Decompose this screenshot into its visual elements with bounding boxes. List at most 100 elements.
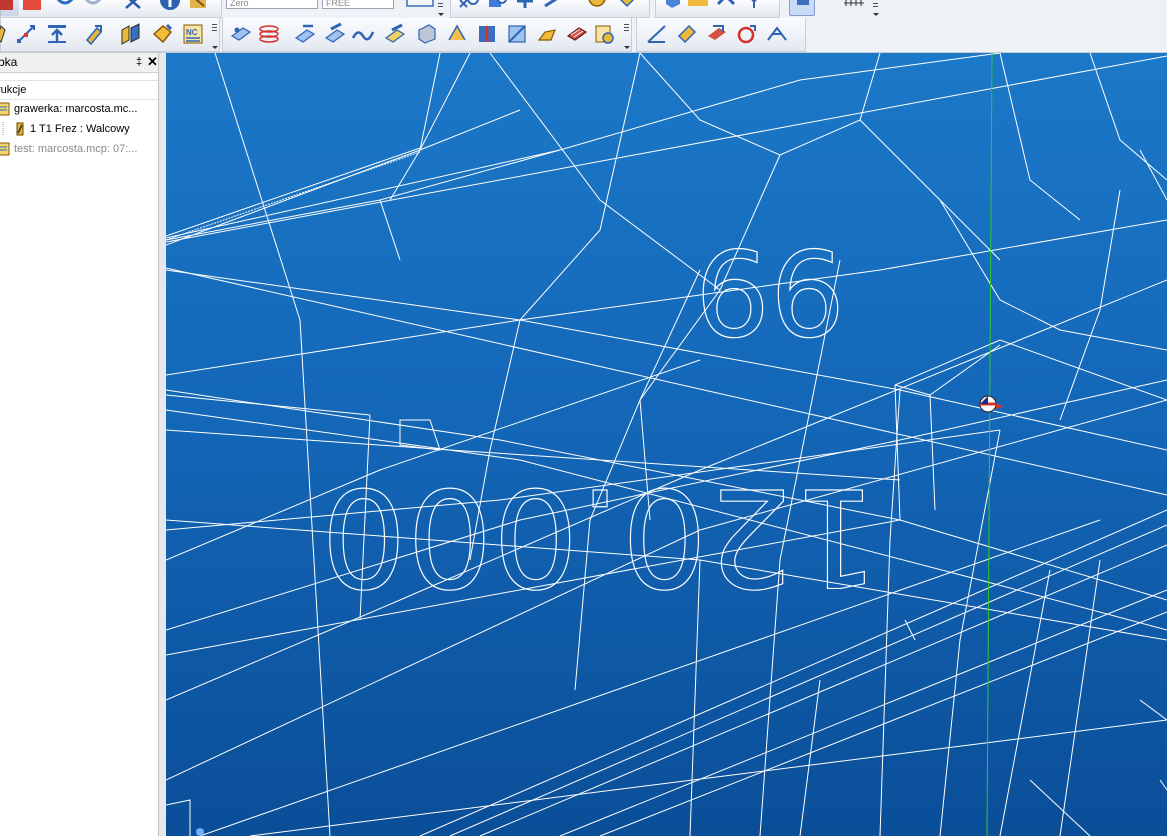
measure-button[interactable] xyxy=(645,22,669,46)
view-mode-icon xyxy=(797,0,809,5)
solids-button[interactable] xyxy=(119,22,143,46)
backplot-button[interactable] xyxy=(765,22,789,46)
origin-gnomon-icon xyxy=(979,395,1004,413)
tool-icon xyxy=(16,122,24,136)
analyze-button[interactable] xyxy=(186,0,210,16)
operations-panel: bka ‡ ✕ rukcje grawerka: marcosta.mc... … xyxy=(0,53,162,836)
filter-icon xyxy=(751,0,757,8)
cut-icon xyxy=(125,0,141,9)
toolpath-settings-button[interactable] xyxy=(593,22,617,46)
info-button[interactable] xyxy=(158,0,182,16)
toolpath-shape-icon xyxy=(418,24,436,44)
toolpath-settings-icon xyxy=(595,25,614,44)
move-button[interactable] xyxy=(15,22,39,46)
pin-tool-button[interactable] xyxy=(0,22,15,46)
zoom-button[interactable] xyxy=(457,0,481,16)
cube-button[interactable] xyxy=(660,0,684,16)
graphics-viewport[interactable]: 99 120.000 xyxy=(166,53,1167,836)
undo-button[interactable] xyxy=(53,0,77,16)
nc-button[interactable]: NC xyxy=(181,22,205,46)
toolpath-surface-icon xyxy=(384,23,406,43)
toolbar-grip-1[interactable] xyxy=(437,2,444,16)
toolbar-group-toolpaths xyxy=(222,18,632,52)
upload-button[interactable] xyxy=(45,22,69,46)
verify-button[interactable] xyxy=(735,22,759,46)
shade-button[interactable] xyxy=(615,0,639,16)
refresh-button[interactable] xyxy=(585,0,609,16)
toolbar-grip-4[interactable] xyxy=(623,22,630,49)
chamfer-button[interactable] xyxy=(151,22,175,46)
magnet-icon xyxy=(85,25,103,46)
tree-item-operation-2[interactable]: test: marcosta.mcp: 07:... xyxy=(0,140,158,158)
tree-item-label: test: marcosta.mcp: 07:... xyxy=(14,143,138,155)
plane-combo[interactable]: FREE xyxy=(322,0,394,9)
pin-icon xyxy=(0,25,6,43)
line-button[interactable] xyxy=(541,0,565,16)
toolpath-helix-button[interactable] xyxy=(257,22,281,46)
toolpath-flowline-button[interactable] xyxy=(445,22,469,46)
toolpath-morph-button[interactable] xyxy=(505,22,529,46)
panel-pin-button[interactable]: ‡ xyxy=(132,54,146,70)
fill-icon xyxy=(677,24,697,44)
tree-item-label: 1 T1 Frez : Walcowy xyxy=(30,123,130,135)
toolpath-engrave-icon xyxy=(537,29,556,41)
panel-title: bka xyxy=(0,55,18,69)
nc-operation-icon xyxy=(0,102,10,116)
toolpath-pocket-button[interactable] xyxy=(323,22,347,46)
cut-button[interactable] xyxy=(121,0,145,16)
folder-icon xyxy=(688,0,708,6)
grid-button[interactable] xyxy=(842,0,866,16)
add-icon xyxy=(517,0,533,8)
toolpath-project-icon xyxy=(479,26,495,42)
coordinate-marker-icon xyxy=(166,799,204,836)
add-button[interactable] xyxy=(513,0,537,16)
tree-line-icon xyxy=(2,122,4,136)
chamfer-icon xyxy=(152,23,173,44)
toolbar-row-bottom: NC xyxy=(0,18,1167,53)
simulate-icon xyxy=(708,25,726,40)
simulate-button[interactable] xyxy=(705,22,729,46)
fill-button[interactable] xyxy=(675,22,699,46)
toolpath-flowline-icon xyxy=(448,24,466,41)
fit-button[interactable] xyxy=(485,0,509,16)
engraved-text-bottom: 120.000 xyxy=(321,458,879,615)
toolpath-project-button[interactable] xyxy=(475,22,499,46)
toolpath-texture-button[interactable] xyxy=(565,22,589,46)
toolpath-contour-button[interactable] xyxy=(293,22,317,46)
panel-column-header[interactable]: rukcje xyxy=(0,80,160,100)
toolbar-button-top-1[interactable] xyxy=(0,0,19,16)
verify-icon xyxy=(737,25,756,44)
view-2d-button[interactable] xyxy=(405,0,435,16)
toolpath-shape-button[interactable] xyxy=(415,22,439,46)
toolpath-wave-button[interactable] xyxy=(351,22,375,46)
tree-item-tool-1[interactable]: 1 T1 Frez : Walcowy xyxy=(0,120,158,138)
z-axis-line xyxy=(986,53,993,836)
panel-column-header-label: rukcje xyxy=(0,84,27,96)
toolpath-contour-icon xyxy=(294,24,316,43)
toolbar-group-verify xyxy=(636,18,806,52)
tree-item-operation-1[interactable]: grawerka: marcosta.mc... xyxy=(0,100,158,118)
nc-icon: NC xyxy=(183,24,203,44)
toolbar-group-view xyxy=(450,0,650,18)
tree-button[interactable] xyxy=(714,0,738,16)
magnet-button[interactable] xyxy=(81,22,105,46)
folder-button[interactable] xyxy=(686,0,710,16)
toolpath-engrave-button[interactable] xyxy=(535,22,559,46)
undo-icon xyxy=(56,0,74,5)
toolbar-grip-3[interactable] xyxy=(211,22,218,49)
toolpath-surface-button[interactable] xyxy=(383,22,407,46)
toolpath-drill-button[interactable] xyxy=(229,22,253,46)
toolbar-grip-2[interactable] xyxy=(872,2,879,16)
toolpath-wave-icon xyxy=(351,31,375,41)
grid-icon xyxy=(844,0,864,6)
redo-button[interactable] xyxy=(81,0,105,16)
tree-item-label: grawerka: marcosta.mc... xyxy=(14,103,138,115)
toolbar-button-top-2[interactable] xyxy=(21,0,45,16)
nc-operation-icon xyxy=(0,142,10,156)
line-icon xyxy=(544,0,558,8)
backplot-icon xyxy=(767,26,787,41)
level-combo[interactable]: Zero xyxy=(226,0,318,9)
filter-button[interactable] xyxy=(742,0,766,16)
fit-icon xyxy=(489,0,507,7)
view-mode-button[interactable] xyxy=(789,0,815,16)
